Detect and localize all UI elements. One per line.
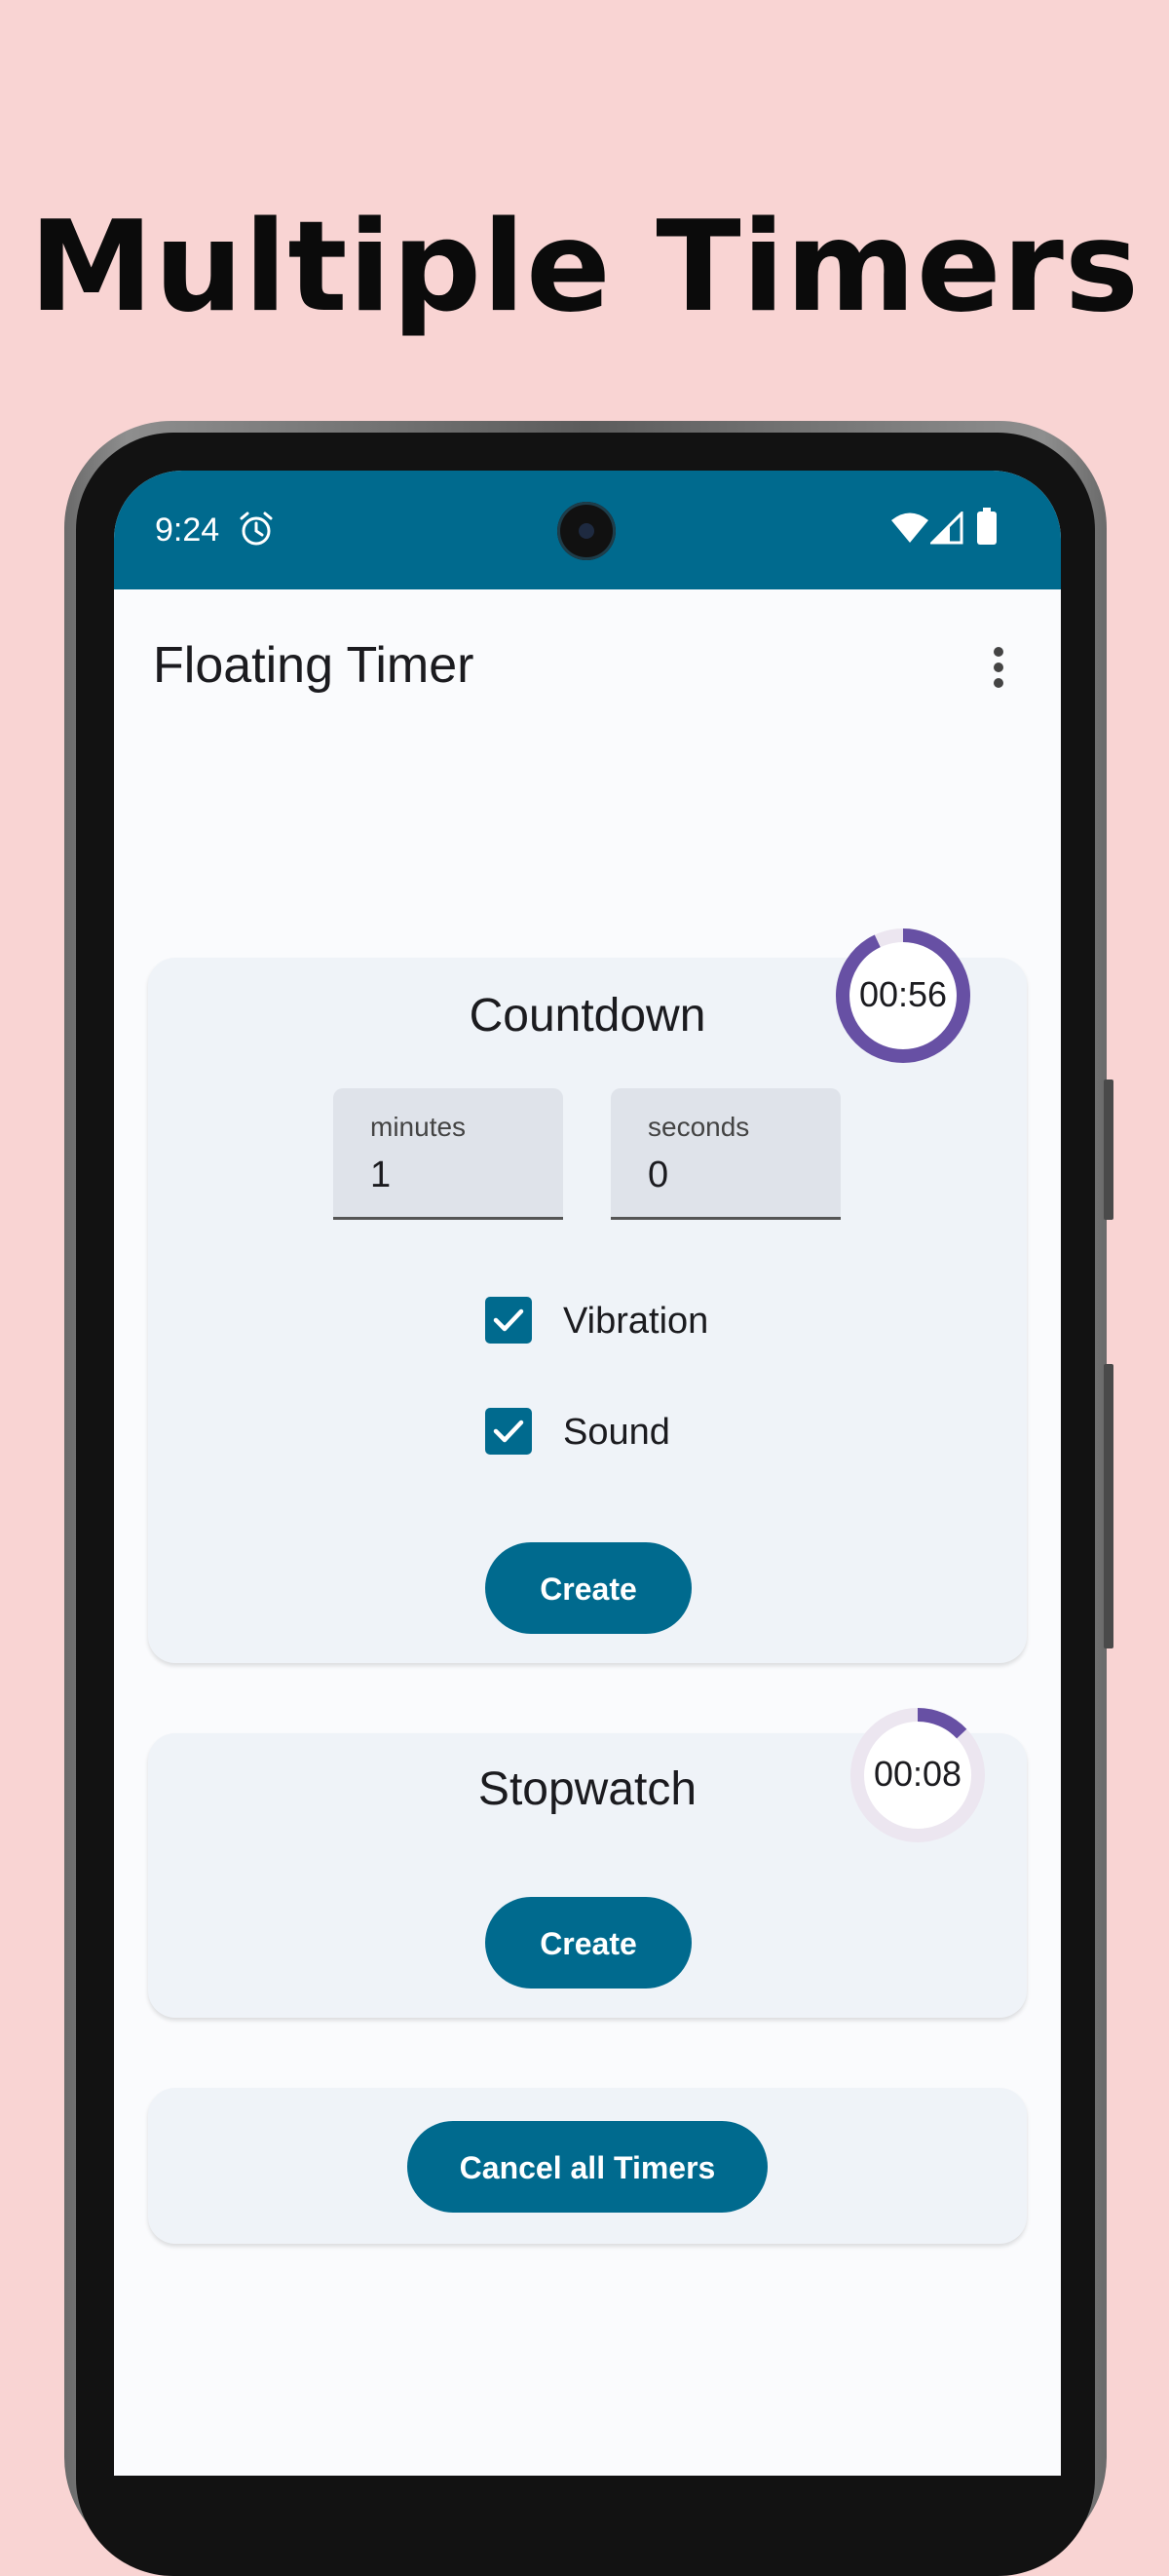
seconds-label: seconds: [648, 1112, 750, 1142]
signal-icon: [930, 511, 963, 545]
create-stopwatch-button[interactable]: Create: [485, 1897, 692, 1989]
seconds-field[interactable]: seconds 0: [611, 1088, 841, 1220]
wifi-icon: [891, 512, 928, 543]
seconds-value: 0: [648, 1155, 669, 1195]
phone-side-button: [1104, 1364, 1113, 1648]
check-icon: [493, 1420, 524, 1443]
vibration-label: Vibration: [563, 1301, 709, 1342]
create-countdown-button[interactable]: Create: [485, 1542, 692, 1634]
phone-side-button: [1104, 1080, 1113, 1220]
vibration-option[interactable]: Vibration: [485, 1297, 777, 1345]
status-bar: 9:24: [114, 471, 1061, 589]
sound-label: Sound: [563, 1412, 670, 1453]
minutes-label: minutes: [370, 1112, 467, 1142]
alarm-icon: [240, 511, 273, 546]
front-camera: [557, 502, 616, 560]
minutes-field[interactable]: minutes 1: [333, 1088, 563, 1220]
more-vert-icon[interactable]: [987, 642, 1010, 693]
check-icon: [493, 1308, 524, 1332]
sound-checkbox[interactable]: [485, 1408, 532, 1455]
stopwatch-time: 00:08: [873, 1754, 962, 1794]
cancel-all-timers-button[interactable]: Cancel all Timers: [407, 2121, 768, 2213]
cancel-card: Cancel all Timers: [148, 2088, 1027, 2244]
phone-screen: 9:24 Floating Timer Countdown minutes 1: [114, 471, 1061, 2476]
minutes-value: 1: [370, 1155, 392, 1195]
floating-stopwatch-timer[interactable]: 00:08: [848, 1706, 987, 1844]
sound-option[interactable]: Sound: [485, 1408, 777, 1457]
floating-countdown-timer[interactable]: 00:56: [834, 927, 972, 1065]
vibration-checkbox[interactable]: [485, 1297, 532, 1344]
status-time: 9:24: [155, 511, 220, 549]
promo-headline: Multiple Timers: [29, 195, 1140, 340]
countdown-time: 00:56: [858, 974, 948, 1014]
app-title: Floating Timer: [153, 637, 474, 694]
battery-icon: [977, 508, 997, 545]
